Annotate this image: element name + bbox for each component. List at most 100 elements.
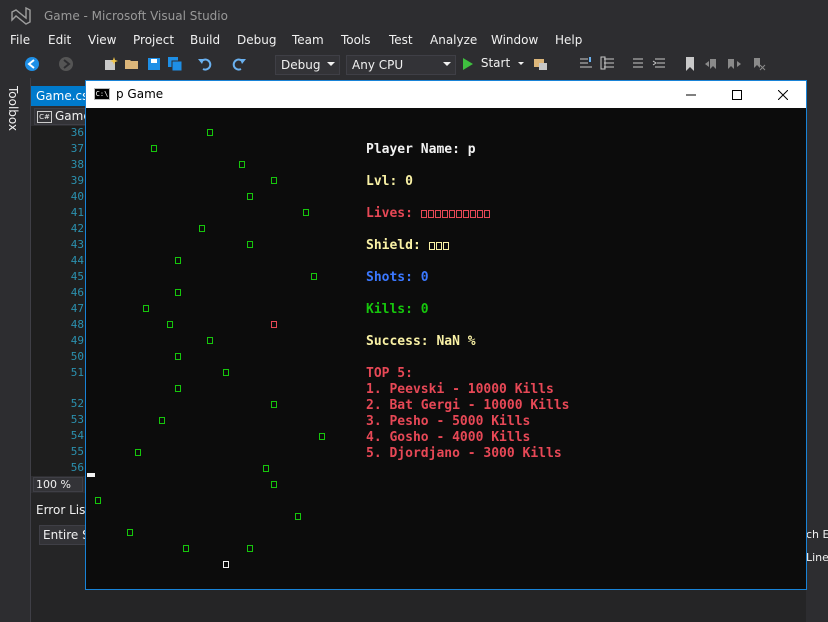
enemy-sprite xyxy=(311,273,317,280)
menu-tools[interactable]: Tools xyxy=(341,33,371,47)
browser-link-icon[interactable] xyxy=(533,56,549,72)
menu-analyze[interactable]: Analyze xyxy=(430,33,477,47)
navigate-forward-icon[interactable] xyxy=(58,56,74,72)
enemy-sprite xyxy=(319,433,325,440)
open-file-icon[interactable] xyxy=(124,56,140,72)
line-number: 44 xyxy=(70,254,84,267)
chevron-down-icon xyxy=(517,62,524,65)
shield-icon xyxy=(442,241,449,250)
line-number: 41 xyxy=(70,206,84,219)
console-output: Player Name: p Lvl: 0 Lives: Shield: Sho… xyxy=(86,108,806,589)
line-number: 49 xyxy=(70,334,84,347)
enemy-sprite xyxy=(239,161,245,168)
enemy-sprite xyxy=(223,369,229,376)
line-number: 46 xyxy=(70,286,84,299)
tab-game-cs[interactable]: Game.cs xyxy=(31,86,88,106)
comment-lines-icon[interactable] xyxy=(630,56,646,72)
save-icon[interactable] xyxy=(146,56,162,72)
chevron-down-icon xyxy=(443,62,451,66)
enemy-sprite xyxy=(271,481,277,488)
shield-label: Shield: xyxy=(366,238,429,253)
lives-row: Lives: xyxy=(366,206,491,221)
new-project-icon[interactable] xyxy=(102,56,118,72)
window-title: Game - Microsoft Visual Studio xyxy=(44,9,228,23)
level-text: Lvl: 0 xyxy=(366,174,413,189)
shield-icon xyxy=(435,241,442,250)
menu-debug[interactable]: Debug xyxy=(237,33,276,47)
enemy-sprite xyxy=(271,401,277,408)
cursor-block xyxy=(87,473,95,477)
enemy-sprite xyxy=(175,385,181,392)
toolbox-tab[interactable]: Toolbox xyxy=(6,86,20,131)
menu-edit[interactable]: Edit xyxy=(48,33,71,47)
player-ship-sprite xyxy=(223,561,229,568)
enemy-sprite xyxy=(247,545,253,552)
life-icon xyxy=(476,209,483,218)
life-icon xyxy=(455,209,462,218)
enemy-sprite xyxy=(303,209,309,216)
enemy-sprite xyxy=(183,545,189,552)
uncomment-lines-icon[interactable] xyxy=(652,56,668,72)
line-number: 40 xyxy=(70,190,84,203)
step-over-icon[interactable] xyxy=(600,56,616,72)
life-icon xyxy=(420,209,427,218)
solution-configuration-select[interactable]: Debug xyxy=(275,55,340,75)
line-number: 53 xyxy=(70,413,84,426)
redo-icon[interactable] xyxy=(231,56,247,72)
menu-project[interactable]: Project xyxy=(133,33,174,47)
enemy-sprite xyxy=(143,305,149,312)
bomb-sprite xyxy=(271,321,277,328)
player-name-text: Player Name: p xyxy=(366,142,476,157)
menu-build[interactable]: Build xyxy=(190,33,220,47)
navigate-back-icon[interactable] xyxy=(24,56,40,72)
menu-help[interactable]: Help xyxy=(555,33,582,47)
menu-file[interactable]: File xyxy=(10,33,30,47)
console-window[interactable]: C:\ p Game Player Name: p Lvl: 0 Lives: … xyxy=(85,80,807,590)
console-title: p Game xyxy=(116,87,164,101)
maximize-icon xyxy=(732,89,742,100)
line-number: 43 xyxy=(70,238,84,251)
minimize-button[interactable] xyxy=(668,81,714,108)
undo-icon[interactable] xyxy=(197,56,213,72)
shield-icon xyxy=(428,241,435,250)
right-panel-edge xyxy=(806,126,828,622)
error-scope-select[interactable]: Entire Solution xyxy=(39,525,89,545)
line-number: 50 xyxy=(70,350,84,363)
next-bookmark-icon[interactable] xyxy=(726,56,742,72)
project-nav-select[interactable]: C# Game xyxy=(34,108,90,125)
save-all-icon[interactable] xyxy=(167,56,183,72)
enemy-sprite xyxy=(271,177,277,184)
solution-platform-select[interactable]: Any CPU xyxy=(346,55,456,75)
previous-bookmark-icon[interactable] xyxy=(704,56,720,72)
top-score-entry: 4. Gosho - 4000 Kills xyxy=(366,430,531,445)
bookmark-icon[interactable] xyxy=(682,56,698,72)
lives-label: Lives: xyxy=(366,206,421,221)
enemy-sprite xyxy=(247,193,253,200)
close-button[interactable] xyxy=(760,81,806,108)
maximize-button[interactable] xyxy=(714,81,760,108)
minimize-icon xyxy=(686,94,696,95)
menu-team[interactable]: Team xyxy=(292,33,324,47)
enemy-sprite xyxy=(207,337,213,344)
top-score-entry: 3. Pesho - 5000 Kills xyxy=(366,414,531,429)
enemy-sprite xyxy=(295,513,301,520)
enemy-sprite xyxy=(175,289,181,296)
line-number: 38 xyxy=(70,158,84,171)
menu-window[interactable]: Window xyxy=(491,33,538,47)
close-icon xyxy=(778,89,788,100)
clear-bookmarks-icon[interactable] xyxy=(750,56,766,72)
toolbox-strip xyxy=(0,78,31,622)
line-number: 48 xyxy=(70,318,84,331)
kills-text: Kills: 0 xyxy=(366,302,429,317)
menu-test[interactable]: Test xyxy=(389,33,413,47)
console-titlebar[interactable]: C:\ p Game xyxy=(86,81,806,108)
zoom-select[interactable]: 100 % xyxy=(33,477,83,492)
step-into-icon[interactable] xyxy=(578,56,594,72)
menu-view[interactable]: View xyxy=(88,33,116,47)
line-number: 51 xyxy=(70,366,84,379)
line-column-header-fragment: Line xyxy=(806,551,828,564)
enemy-sprite xyxy=(159,417,165,424)
lives-icons xyxy=(420,206,491,221)
start-debugging-button[interactable]: Start xyxy=(462,56,524,74)
line-number: 42 xyxy=(70,222,84,235)
